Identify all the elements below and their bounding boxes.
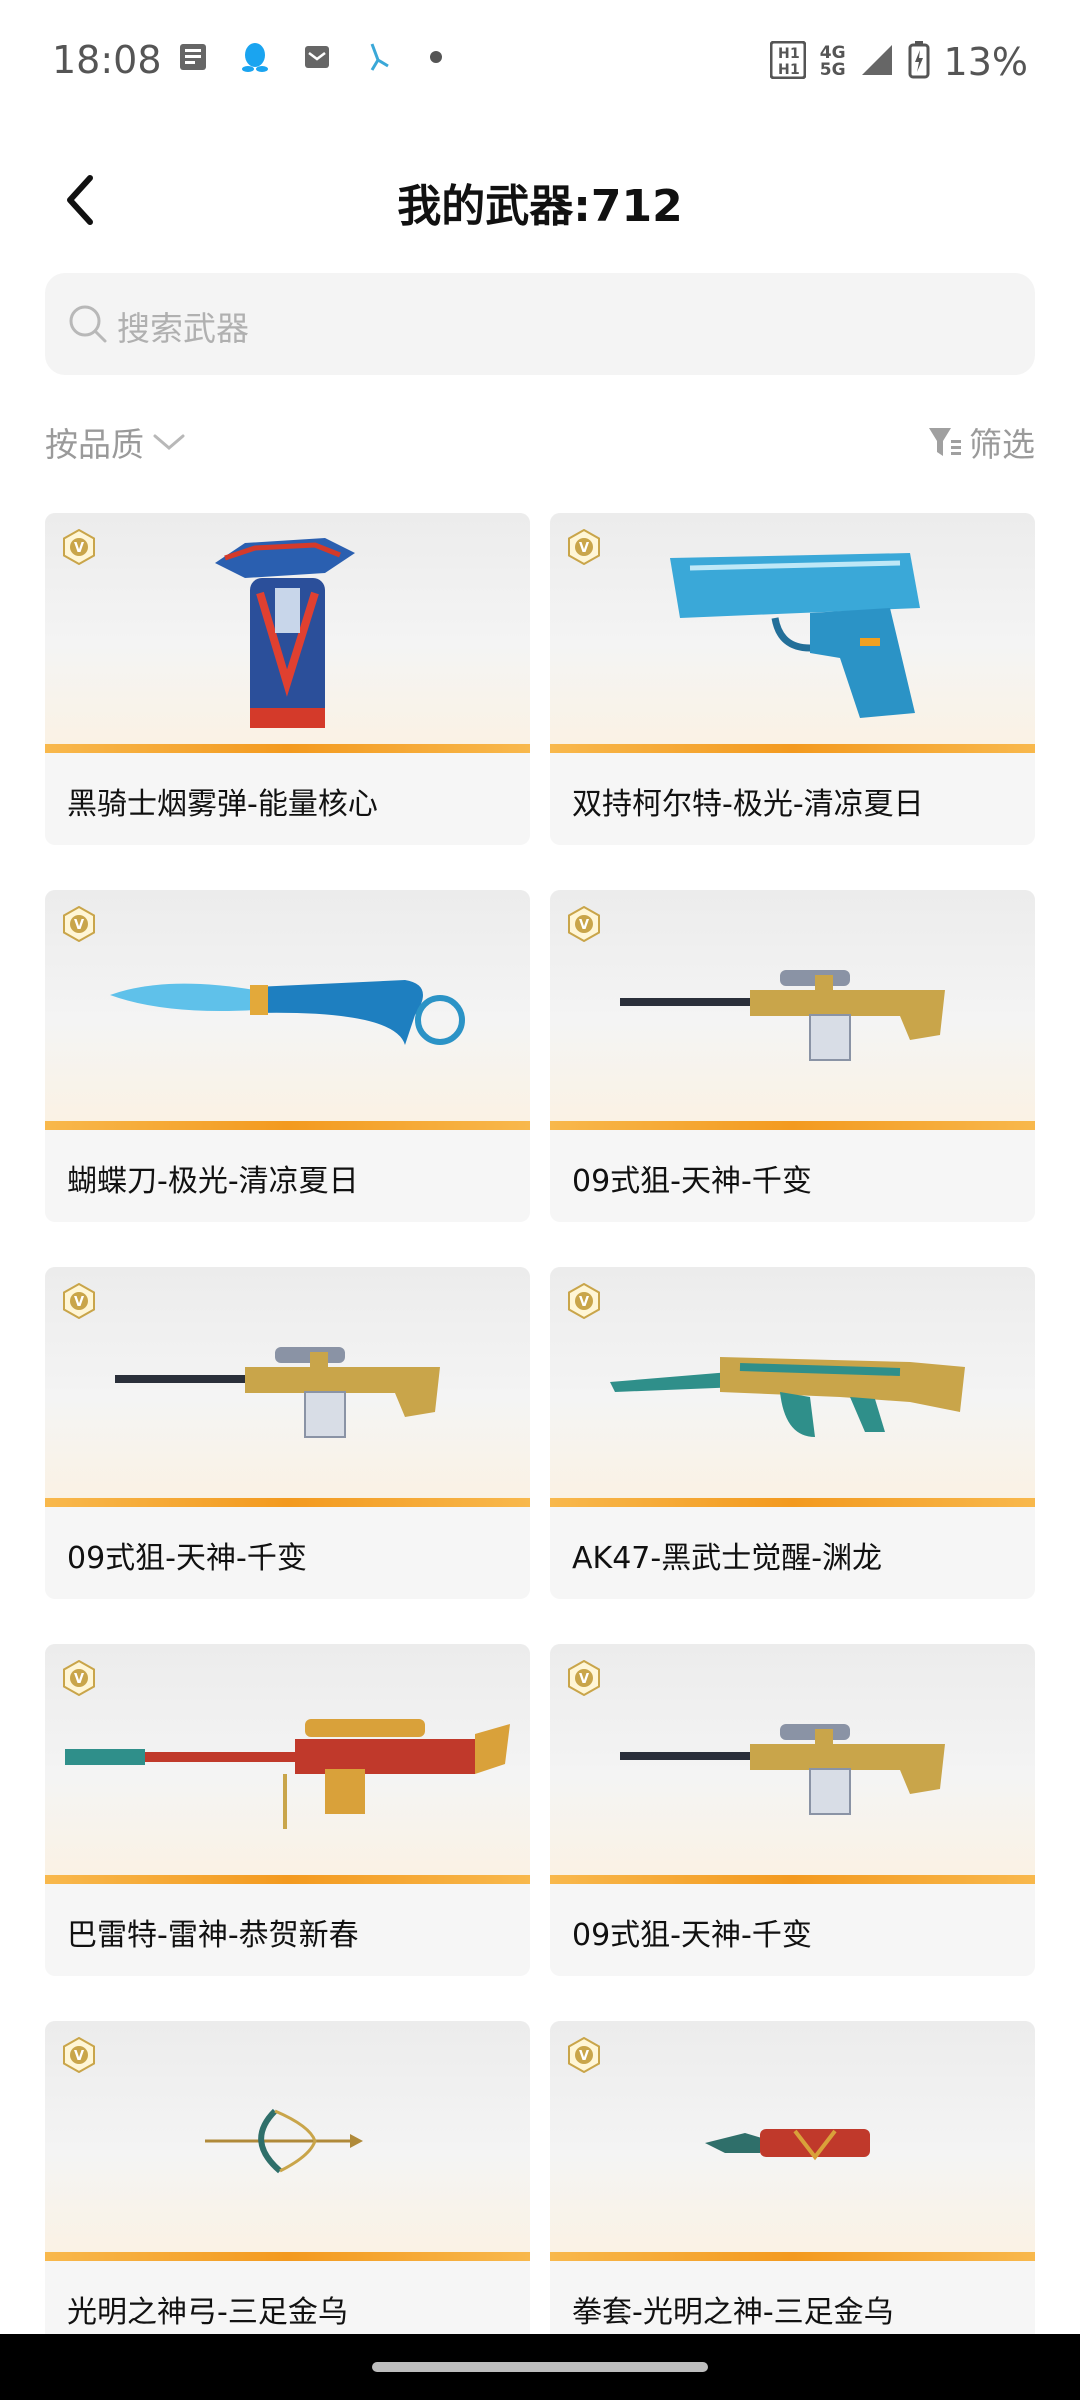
weapon-card[interactable]: V 双持柯尔特-极光-清凉夏日 [550, 513, 1035, 845]
battery-percent: 13% [943, 40, 1028, 84]
network-type: 4G 5G [819, 43, 846, 80]
weapon-name: 09式狙-天神-千变 [572, 1918, 812, 1953]
svg-text:V: V [579, 1295, 589, 1310]
svg-text:H: H [778, 46, 790, 62]
svg-text:V: V [579, 2049, 589, 2064]
more-notifications-dot [430, 51, 442, 63]
weapon-art: V [45, 2021, 530, 2261]
weapon-card[interactable]: V 09式狙-天神-千变 [550, 890, 1035, 1222]
weapon-art: V [45, 890, 530, 1130]
status-time: 18:08 [52, 38, 162, 82]
weapon-name: 光明之神弓-三足金乌 [67, 2295, 348, 2330]
svg-text:V: V [74, 2049, 84, 2064]
weapon-art: V [45, 1644, 530, 1884]
sniper-rifle-icon [620, 1724, 945, 1815]
vip-badge-icon: V [568, 906, 600, 942]
weapon-name: 09式狙-天神-千变 [572, 1164, 812, 1199]
weapon-name: 蝴蝶刀-极光-清凉夏日 [67, 1164, 359, 1199]
filter-button[interactable]: 筛选 [927, 418, 1035, 466]
weapon-card[interactable]: V AK47-黑武士觉醒-渊龙 [550, 1267, 1035, 1599]
battery-icon [908, 41, 930, 83]
svg-text:V: V [74, 1295, 84, 1310]
weapon-card[interactable]: V 拳套-光明之神-三足金乌 [550, 2021, 1035, 2353]
news-icon [176, 40, 210, 74]
butterfly-knife-icon [110, 980, 465, 1045]
status-right: H1H1 4G 5G 13% [769, 40, 1028, 84]
vip-badge-icon: V [63, 1660, 95, 1696]
hd-icon: H1H1 [769, 40, 807, 83]
weapon-card[interactable]: V 蝴蝶刀-极光-清凉夏日 [45, 890, 530, 1222]
weapon-art: V [550, 1644, 1035, 1884]
search-placeholder: 搜索武器 [117, 309, 249, 348]
chevron-down-icon [153, 434, 185, 450]
svg-text:V: V [579, 1672, 589, 1687]
home-gesture-handle[interactable] [372, 2362, 708, 2372]
weapon-card[interactable]: V 09式狙-天神-千变 [550, 1644, 1035, 1976]
svg-text:V: V [74, 1672, 84, 1687]
vip-badge-icon: V [568, 529, 600, 565]
vip-badge-icon: V [63, 529, 95, 565]
vip-badge-icon: V [568, 1660, 600, 1696]
weapon-art: V [550, 1267, 1035, 1507]
vip-badge-icon: V [63, 1283, 95, 1319]
weapon-card[interactable]: V 黑骑士烟雾弹-能量核心 [45, 513, 530, 845]
notification-icons [176, 40, 442, 74]
svg-text:1: 1 [790, 46, 800, 62]
weapon-art: V [550, 890, 1035, 1130]
signal-icon [860, 43, 894, 81]
weapon-name: 双持柯尔特-极光-清凉夏日 [572, 787, 924, 822]
weapon-name: 09式狙-天神-千变 [67, 1541, 307, 1576]
sort-label: 按品质 [45, 425, 144, 464]
svg-text:V: V [74, 918, 84, 933]
weapon-name: 拳套-光明之神-三足金乌 [572, 2295, 894, 2330]
filter-label: 筛选 [969, 425, 1035, 464]
svg-text:V: V [579, 918, 589, 933]
weapon-art: V [550, 513, 1035, 753]
search-icon [69, 305, 107, 343]
vip-badge-icon: V [63, 2037, 95, 2073]
vip-badge-icon: V [63, 906, 95, 942]
gauntlet-icon [705, 2129, 870, 2161]
filter-icon [929, 428, 961, 456]
weapon-art: V [45, 1267, 530, 1507]
weapon-card[interactable]: V 光明之神弓-三足金乌 [45, 2021, 530, 2353]
weapon-card[interactable]: V 09式狙-天神-千变 [45, 1267, 530, 1599]
search-input[interactable]: 搜索武器 [45, 273, 1035, 375]
pistol-icon [670, 553, 920, 718]
assault-rifle-icon [610, 1357, 965, 1437]
status-bar: 18:08 H1H1 4G 5G 13% [0, 0, 1080, 126]
smoke-grenade-icon [215, 538, 355, 728]
sort-by-quality-button[interactable]: 按品质 [45, 418, 186, 466]
vip-badge-icon: V [568, 1283, 600, 1319]
header: 我的武器:712 [0, 150, 1080, 250]
system-navigation-bar [0, 2334, 1080, 2400]
weapon-name: 巴雷特-雷神-恭贺新春 [67, 1918, 359, 1953]
weapon-card[interactable]: V 巴雷特-雷神-恭贺新春 [45, 1644, 530, 1976]
qq-icon [238, 40, 272, 74]
svg-text:H: H [778, 62, 790, 78]
vip-badge-icon: V [568, 2037, 600, 2073]
weapon-art: V [550, 2021, 1035, 2261]
sniper-rifle-icon [620, 970, 945, 1061]
barrett-rifle-icon [65, 1719, 510, 1829]
game-icon [362, 40, 396, 74]
mail-icon [300, 40, 334, 74]
weapon-name: 黑骑士烟雾弹-能量核心 [67, 787, 378, 822]
svg-text:V: V [579, 541, 589, 556]
weapon-name: AK47-黑武士觉醒-渊龙 [572, 1541, 883, 1576]
weapon-art: V [45, 513, 530, 753]
svg-text:V: V [74, 541, 84, 556]
page-title: 我的武器:712 [397, 181, 683, 232]
bow-icon [205, 2108, 363, 2174]
sort-filter-bar: 按品质 筛选 [45, 418, 1035, 468]
sniper-rifle-icon [115, 1347, 440, 1438]
svg-text:1: 1 [790, 62, 800, 78]
